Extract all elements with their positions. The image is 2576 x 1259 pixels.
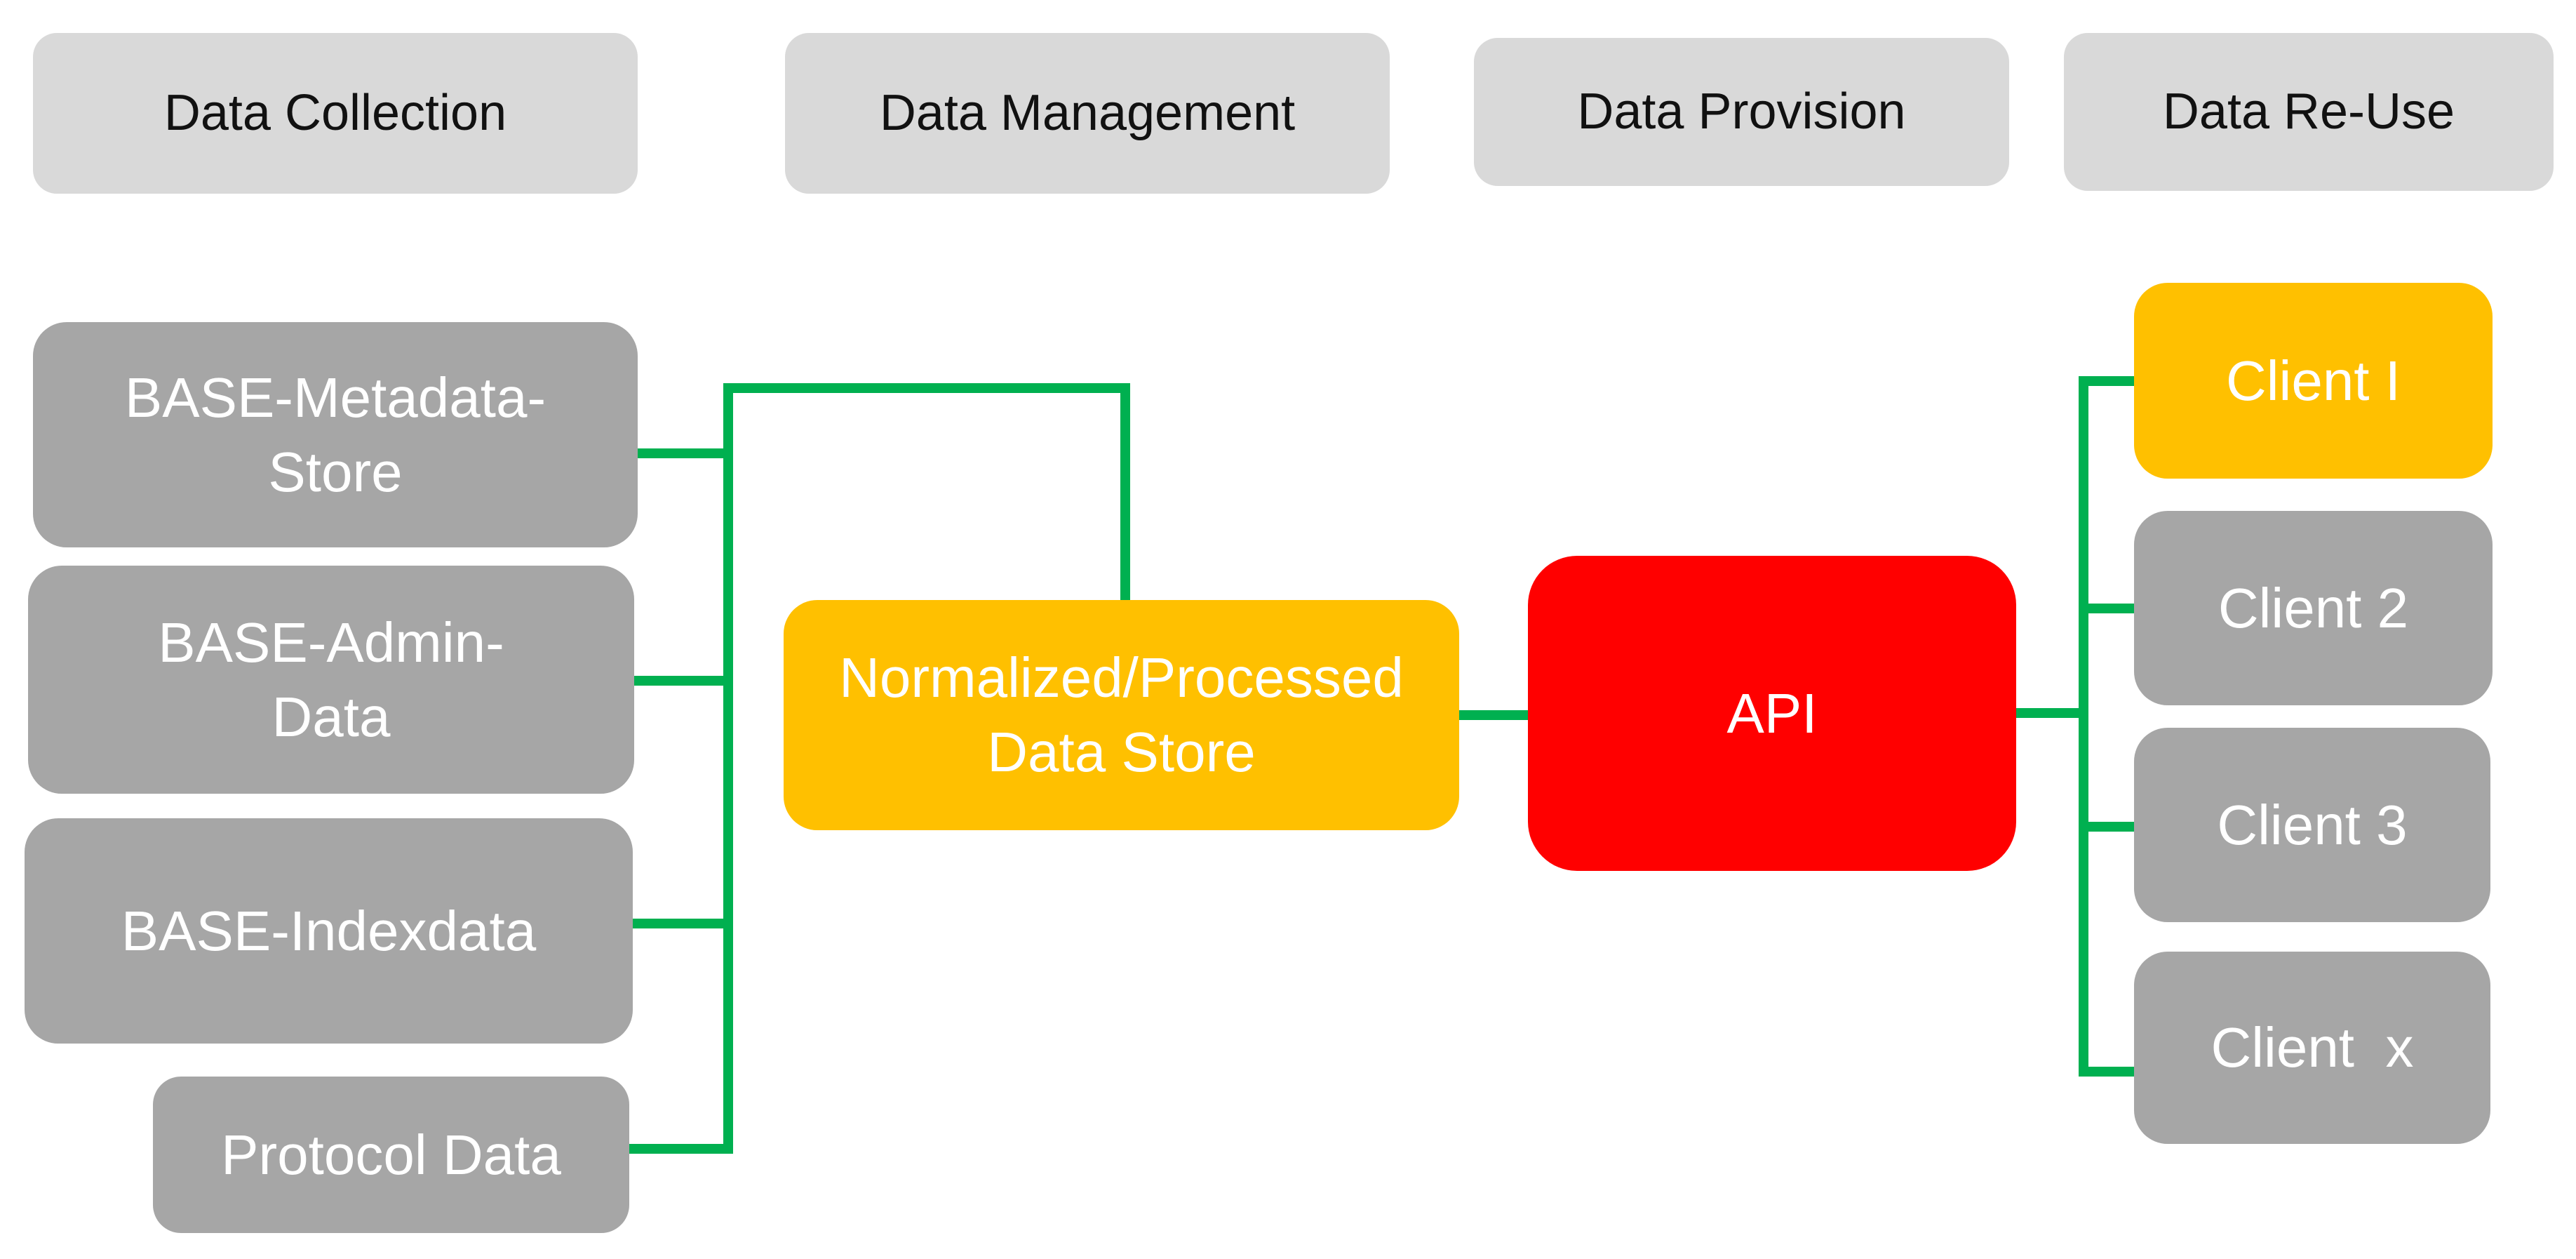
client-1: Client I [2134, 283, 2493, 479]
source-protocol-data: Protocol Data [153, 1077, 629, 1233]
client-label: Client 2 [2218, 576, 2409, 639]
phase-label: Data Management [879, 84, 1296, 141]
source-base-metadata-store: BASE-Metadata- Store [33, 322, 638, 547]
store-label: Normalized/Processed Data Store [839, 646, 1404, 783]
client-2: Client 2 [2134, 511, 2493, 705]
phase-data-re-use: Data Re-Use [2064, 33, 2554, 191]
connector-bus-right [2079, 376, 2138, 1077]
source-base-indexdata: BASE-Indexdata [25, 818, 633, 1044]
api-node: API [1528, 556, 2016, 871]
source-label: BASE-Indexdata [121, 899, 537, 962]
client-label: Client I [2226, 349, 2401, 412]
api-label: API [1726, 681, 1818, 745]
phase-data-provision: Data Provision [1474, 38, 2009, 186]
client-3: Client 3 [2134, 728, 2490, 922]
client-label: Client x [2211, 1016, 2414, 1079]
source-label: BASE-Metadata- Store [124, 366, 546, 503]
phase-data-management: Data Management [785, 33, 1390, 194]
phase-data-collection: Data Collection [33, 33, 638, 194]
phase-label: Data Re-Use [2162, 83, 2455, 140]
source-label: Protocol Data [221, 1123, 561, 1186]
phase-label: Data Provision [1577, 83, 1906, 140]
source-base-admin-data: BASE-Admin- Data [28, 566, 634, 794]
client-label: Client 3 [2217, 793, 2408, 856]
phase-label: Data Collection [163, 84, 507, 141]
normalized-data-store: Normalized/Processed Data Store [784, 600, 1459, 830]
client-x: Client x [2134, 952, 2490, 1144]
source-label: BASE-Admin- Data [158, 611, 504, 748]
